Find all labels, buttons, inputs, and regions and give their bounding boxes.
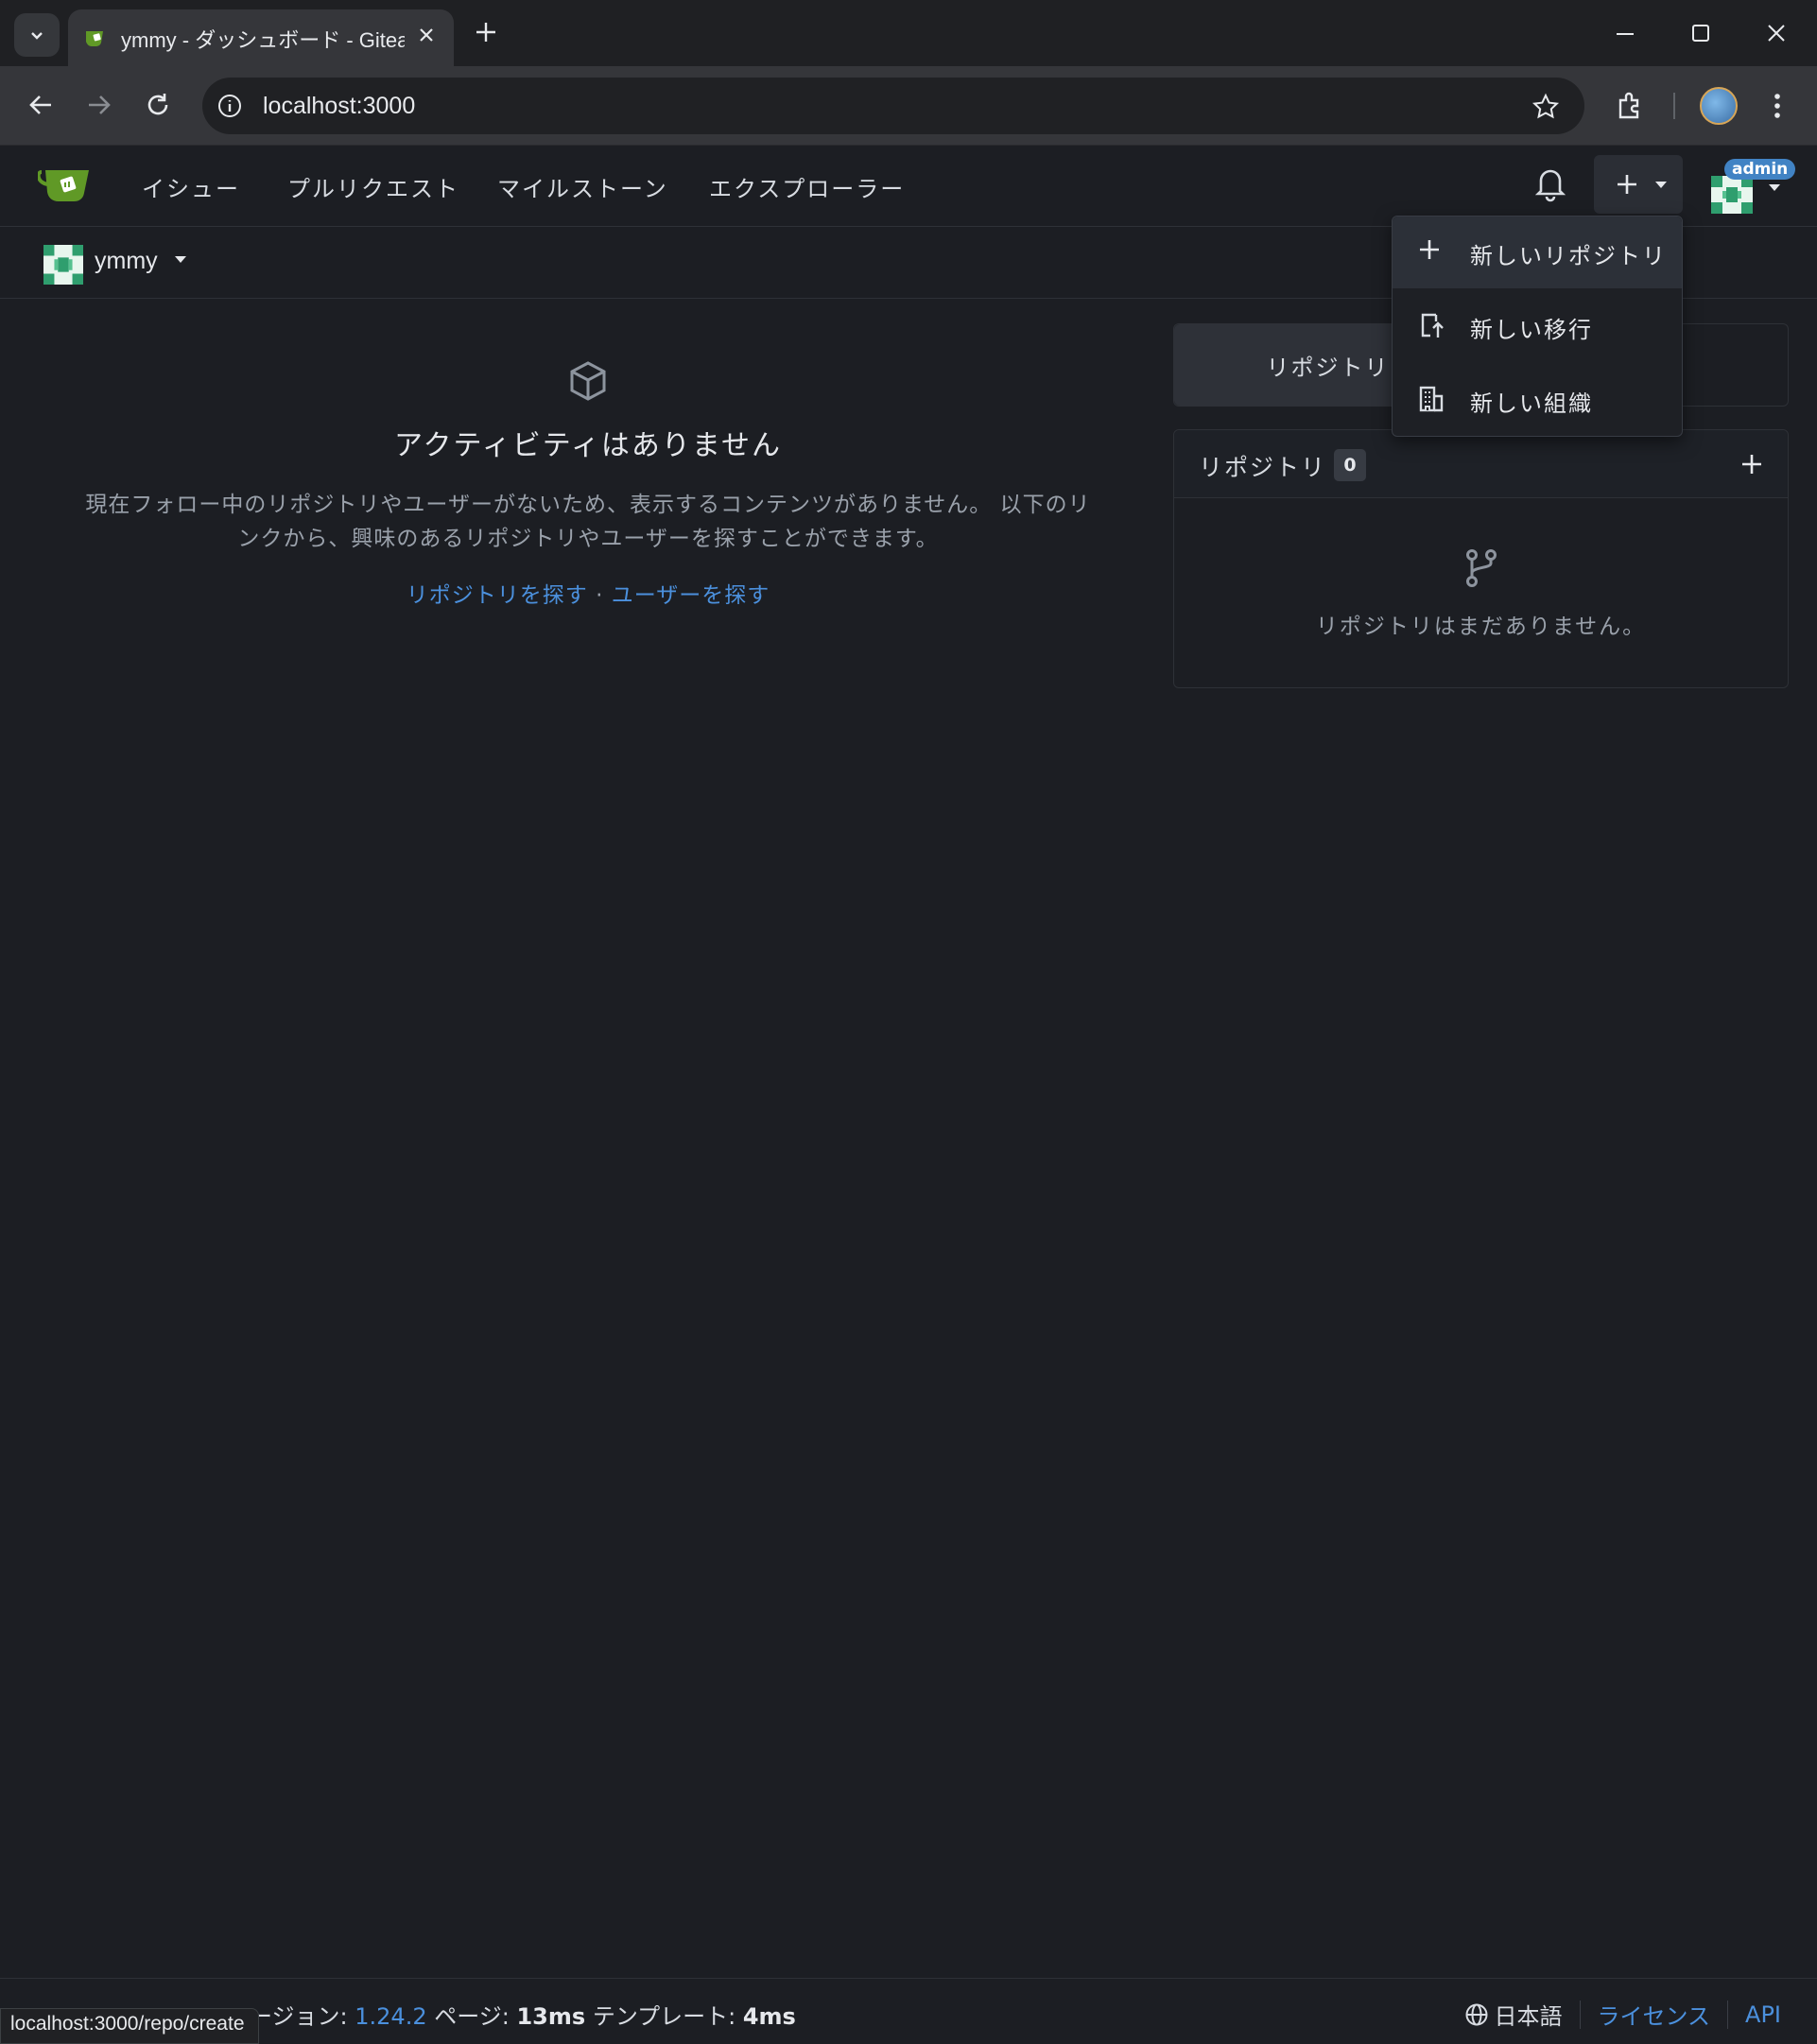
plus-icon[interactable] xyxy=(1739,451,1765,477)
gitea-logo-icon[interactable] xyxy=(38,165,95,204)
repo-count-badge: 0 xyxy=(1334,449,1366,481)
link-separator: · xyxy=(596,583,604,608)
create-new-button[interactable] xyxy=(1594,155,1683,214)
close-window-icon[interactable] xyxy=(1762,19,1791,47)
nav-issues[interactable]: イシュー xyxy=(142,170,240,203)
organization-icon xyxy=(1419,386,1444,412)
repo-forked-icon xyxy=(1466,549,1497,587)
package-icon xyxy=(570,361,606,401)
toolbar-separator xyxy=(1673,93,1675,119)
user-menu[interactable]: admin xyxy=(1711,159,1806,216)
bookmark-star-icon[interactable] xyxy=(1531,93,1560,121)
repo-push-icon xyxy=(1421,313,1444,338)
tab-title: ymmy - ダッシュボード - Gitea: Git xyxy=(121,28,405,52)
menu-item-label: 新しい移行 xyxy=(1470,317,1593,343)
explore-links: リポジトリを探す · ユーザーを探す xyxy=(38,577,1138,609)
browser-profile-avatar[interactable] xyxy=(1700,87,1738,125)
footer-links: 日本語 ライセンス API xyxy=(1464,1998,1781,2031)
nav-explore[interactable]: エクスプローラー xyxy=(709,170,905,203)
forward-icon[interactable] xyxy=(83,89,115,121)
browser-toolbar: localhost:3000 xyxy=(0,66,1817,146)
version-link[interactable]: 1.24.2 xyxy=(355,2003,426,2030)
browser-tab-strip: ymmy - ダッシュボード - Gitea: Git xyxy=(0,0,1817,68)
menu-item-label: 新しい組織 xyxy=(1470,390,1593,417)
repo-empty-text: リポジトリはまだありません。 xyxy=(1315,615,1647,639)
admin-badge: admin xyxy=(1724,159,1796,180)
license-link[interactable]: ライセンス xyxy=(1598,1998,1711,2031)
chevron-down-icon xyxy=(31,32,43,40)
nav-pull-requests[interactable]: プルリクエスト xyxy=(287,170,459,203)
bell-icon[interactable] xyxy=(1533,165,1567,202)
site-info-icon[interactable] xyxy=(216,92,244,120)
caret-down-icon xyxy=(1769,184,1780,191)
language-selector[interactable]: 日本語 xyxy=(1495,1998,1563,2031)
plus-icon xyxy=(1420,240,1439,259)
browser-tab[interactable]: ymmy - ダッシュボード - Gitea: Git xyxy=(68,9,454,68)
menu-item-new-repository[interactable]: 新しいリポジトリ xyxy=(1393,217,1682,288)
repository-list-box: リポジトリ 0 リポジトリはまだありません。 xyxy=(1173,429,1789,688)
repo-list-header: リポジトリ 0 xyxy=(1174,430,1788,498)
globe-icon xyxy=(1465,2003,1487,2025)
new-tab-icon[interactable] xyxy=(473,19,499,45)
context-user-switcher[interactable]: ymmy xyxy=(95,248,158,275)
minimize-icon[interactable] xyxy=(1611,19,1639,47)
page-time: 13ms xyxy=(516,2003,586,2030)
avatar xyxy=(43,245,83,285)
repo-list-title: リポジトリ xyxy=(1199,454,1327,481)
browser-status-url: localhost:3000/repo/create xyxy=(0,2008,259,2044)
menu-item-label: 新しいリポジトリ xyxy=(1470,243,1667,269)
empty-feed-description: 現在フォロー中のリポジトリやユーザーがないため、表示するコンテンツがありません。… xyxy=(85,493,1091,551)
back-icon[interactable] xyxy=(25,89,57,121)
tab-search-button[interactable] xyxy=(14,13,60,57)
empty-feed-title: アクティビティはありません xyxy=(394,429,782,462)
plus-icon xyxy=(1618,175,1636,194)
explore-users-link[interactable]: ユーザーを探す xyxy=(612,583,770,608)
url-text: localhost:3000 xyxy=(263,93,416,119)
menu-item-new-organization[interactable]: 新しい組織 xyxy=(1393,364,1682,436)
avatar xyxy=(1711,176,1753,214)
reload-icon[interactable] xyxy=(142,89,174,121)
caret-down-icon xyxy=(1655,182,1667,188)
activity-feed-empty: アクティビティはありません 現在フォロー中のリポジトリやユーザーがないため、表示… xyxy=(38,359,1138,609)
gitea-favicon-icon xyxy=(83,24,110,50)
create-dropdown-menu: 新しいリポジトリ 新しい移行 新しい組織 xyxy=(1392,216,1683,437)
nav-milestones[interactable]: マイルストーン xyxy=(497,170,668,203)
menu-item-new-migration[interactable]: 新しい移行 xyxy=(1393,290,1682,362)
footer-separator xyxy=(1579,2000,1581,2029)
footer-separator xyxy=(1727,2000,1729,2029)
kebab-menu-icon[interactable] xyxy=(1768,91,1787,121)
close-tab-icon[interactable] xyxy=(416,25,437,45)
address-bar[interactable]: localhost:3000 xyxy=(202,78,1584,134)
extensions-icon[interactable] xyxy=(1615,89,1647,121)
page-footer: ージョン: 1.24.2 ページ: 13ms テンプレート: 4ms 日本語 ラ… xyxy=(0,1978,1817,2044)
maximize-icon[interactable] xyxy=(1687,19,1715,47)
explore-repos-link[interactable]: リポジトリを探す xyxy=(407,583,588,608)
template-time: 4ms xyxy=(742,2003,796,2030)
caret-down-icon[interactable] xyxy=(174,255,187,265)
api-link[interactable]: API xyxy=(1745,2001,1781,2028)
